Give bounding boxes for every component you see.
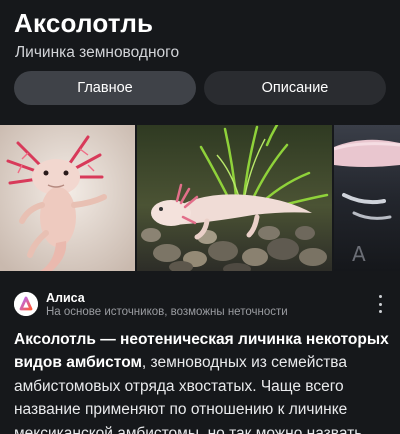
source-disclaimer: На основе источников, возможны неточност… — [46, 306, 288, 318]
source-row: Алиса На основе источников, возможны нет… — [14, 289, 386, 321]
gallery-image-1[interactable] — [0, 125, 135, 271]
image-gallery[interactable]: A — [0, 125, 400, 271]
tab-bar: Главное Описание — [14, 71, 386, 105]
alice-icon — [14, 292, 38, 316]
source-name: Алиса — [46, 291, 85, 305]
gallery-image-3[interactable]: A — [334, 125, 400, 271]
more-options-icon[interactable] — [376, 295, 384, 313]
tab-main[interactable]: Главное — [14, 71, 196, 105]
gallery-image-2[interactable] — [137, 125, 332, 271]
answer-text: Аксолотль — неотеническая личинка некото… — [14, 328, 390, 434]
svg-text:A: A — [352, 242, 366, 266]
tab-description[interactable]: Описание — [204, 71, 386, 105]
page-subtitle: Личинка земноводного — [15, 44, 180, 61]
page-title: Аксолотль — [14, 8, 154, 38]
